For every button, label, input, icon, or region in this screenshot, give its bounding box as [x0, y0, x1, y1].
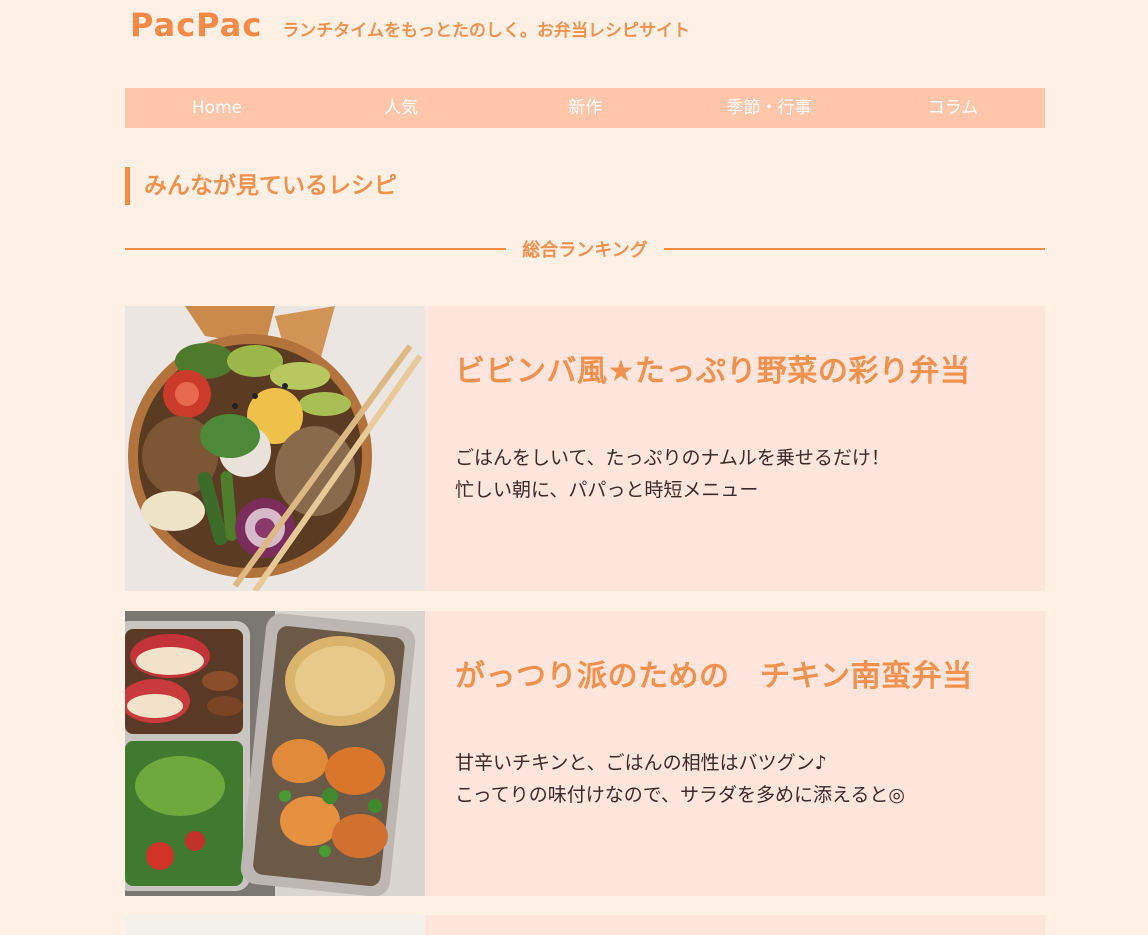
recipe-desc-line: ごはんをしいて、たっぷりのナムルを乗せるだけ！	[455, 447, 890, 469]
recipe-desc-line: 忙しい朝に、パパっと時短メニュー	[455, 479, 759, 501]
recipe-title[interactable]: がっつり派のための チキン南蛮弁当	[455, 651, 973, 695]
recipe-image-chicken-nanban[interactable]	[125, 611, 425, 896]
nav-item-seasonal[interactable]: 季節・行事	[677, 88, 861, 128]
main-nav: Home 人気 新作 季節・行事 コラム	[125, 88, 1045, 128]
site-logo[interactable]: PacPac	[130, 6, 262, 44]
recipe-image-partial	[125, 915, 425, 935]
nav-item-new[interactable]: 新作	[493, 88, 677, 128]
nav-item-home[interactable]: Home	[125, 88, 309, 128]
recipe-desc-line: 甘辛いチキンと、ごはんの相性はバツグン♪	[455, 752, 827, 774]
ranking-label: 総合ランキング	[522, 240, 648, 261]
recipe-desc-line: こってりの味付けなので、サラダを多めに添えると◎	[455, 784, 905, 806]
site-tagline: ランチタイムをもっとたのしく。お弁当レシピサイト	[282, 21, 690, 41]
recipe-card[interactable]: ビビンバ風★たっぷり野菜の彩り弁当 ごはんをしいて、たっぷりのナムルを乗せるだけ…	[125, 306, 1045, 591]
recipe-description: 甘辛いチキンと、ごはんの相性はバツグン♪ こってりの味付けなので、サラダを多めに…	[455, 747, 973, 811]
chicken-nanban-photo	[125, 611, 425, 896]
recipe-description: ごはんをしいて、たっぷりのナムルを乗せるだけ！ 忙しい朝に、パパっと時短メニュー	[455, 442, 970, 506]
section-title: みんなが見ているレシピ	[125, 167, 397, 205]
nav-item-column[interactable]: コラム	[861, 88, 1045, 128]
recipe-body: ビビンバ風★たっぷり野菜の彩り弁当 ごはんをしいて、たっぷりのナムルを乗せるだけ…	[425, 306, 970, 591]
recipe-title[interactable]: ビビンバ風★たっぷり野菜の彩り弁当	[455, 346, 970, 390]
divider-line-left	[125, 248, 507, 250]
ranking-divider: 総合ランキング	[125, 233, 1045, 265]
recipe-card[interactable]: がっつり派のための チキン南蛮弁当 甘辛いチキンと、ごはんの相性はバツグン♪ こ…	[125, 611, 1045, 896]
recipe-card-partial[interactable]	[125, 915, 1045, 935]
recipe-image-bibimbap[interactable]	[125, 306, 425, 591]
recipe-body: がっつり派のための チキン南蛮弁当 甘辛いチキンと、ごはんの相性はバツグン♪ こ…	[425, 611, 973, 896]
bibimbap-photo	[125, 306, 425, 591]
divider-line-right	[663, 248, 1045, 250]
site-header: PacPac ランチタイムをもっとたのしく。お弁当レシピサイト	[130, 6, 690, 44]
nav-item-popular[interactable]: 人気	[309, 88, 493, 128]
